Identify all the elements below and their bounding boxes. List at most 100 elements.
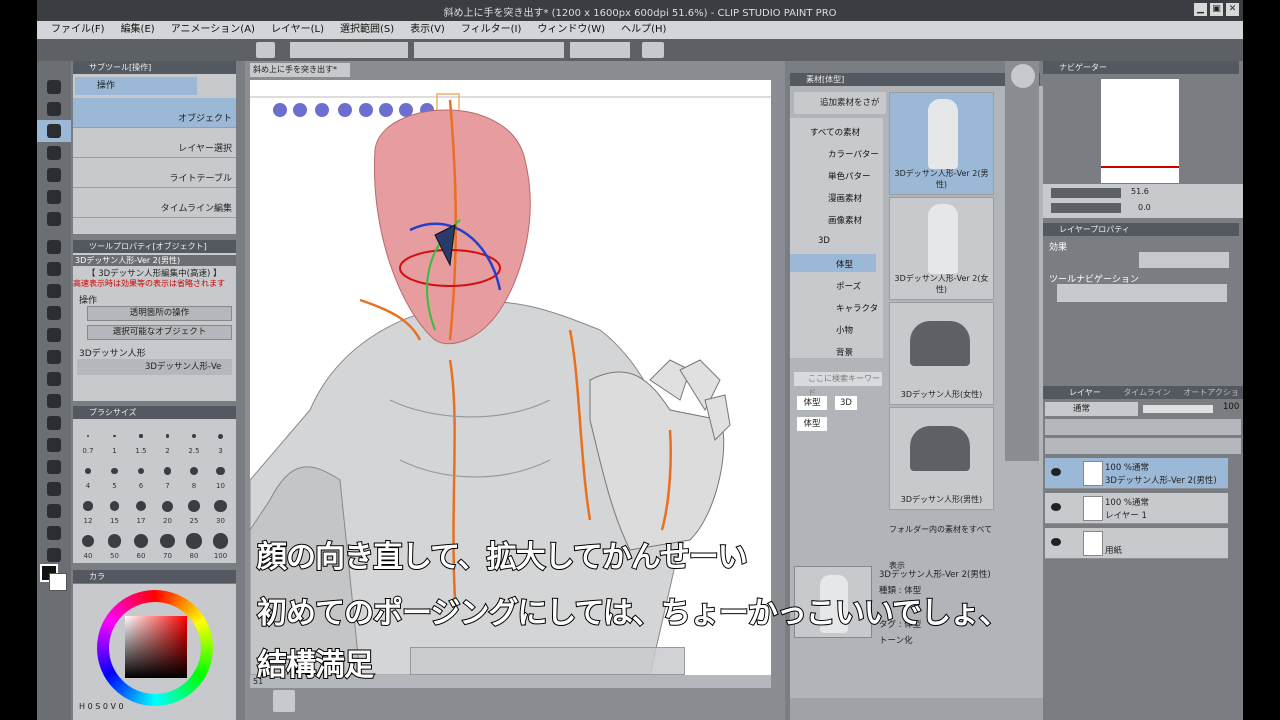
menu-layer[interactable]: レイヤー(L) — [263, 21, 332, 39]
brush-size-cell[interactable]: 25 — [181, 493, 207, 527]
brush-size-cell[interactable]: 80 — [181, 528, 207, 562]
tab-timeline[interactable]: タイムライン — [1123, 388, 1170, 397]
hand-tool-icon[interactable] — [37, 98, 71, 120]
zoom-slider[interactable] — [1051, 188, 1121, 198]
blend-tool-icon[interactable] — [37, 368, 71, 390]
selectable-object-dropdown[interactable]: 選択可能なオブジェクト — [87, 325, 232, 340]
visibility-eye-icon[interactable] — [1051, 468, 1061, 476]
visibility-eye-icon[interactable] — [1051, 503, 1061, 511]
tree-pose[interactable]: ポーズ — [836, 280, 861, 292]
selection-tool-icon[interactable] — [37, 164, 71, 186]
brush-size-cell[interactable]: 1.5 — [128, 423, 154, 457]
navigator-viewport-frame[interactable] — [1101, 166, 1179, 168]
clip-studio-icon[interactable] — [256, 42, 275, 58]
tree-all-materials[interactable]: すべての素材 — [810, 126, 860, 138]
material-thumb-female[interactable]: 3Dデッサン人形(女性) — [889, 302, 994, 405]
navigator-tab[interactable]: ナビゲーター — [1043, 61, 1239, 74]
brush-size-cell[interactable]: 17 — [128, 493, 154, 527]
material-search-field[interactable]: ここに検索キーワード — [794, 372, 882, 397]
brush-size-cell[interactable]: 2 — [155, 423, 181, 457]
tree-image-material[interactable]: 画像素材 — [828, 214, 862, 226]
menu-animation[interactable]: アニメーション(A) — [163, 21, 263, 39]
color-wheel-tab[interactable]: カラ — [73, 570, 236, 583]
eyedropper-tool-icon[interactable] — [37, 208, 71, 230]
brush-size-tab[interactable]: ブラシサイズ — [73, 406, 236, 419]
brush-size-cell[interactable]: 6 — [128, 458, 154, 492]
subtool-layer-select[interactable]: レイヤー選択 — [73, 128, 236, 158]
brush-size-cell[interactable]: 10 — [208, 458, 234, 492]
tree-manga-material[interactable]: 漫画素材 — [828, 192, 862, 204]
layer-row-paper[interactable]: 用紙 — [1045, 528, 1228, 559]
close-button[interactable]: ✕ — [1226, 3, 1239, 16]
menu-filter[interactable]: フィルター(I) — [453, 21, 530, 39]
blend-mode-dropdown[interactable]: 通常 — [1045, 402, 1138, 416]
brush-size-cell[interactable]: 50 — [102, 528, 128, 562]
subtool-panel-tab[interactable]: サブツール[操作] — [73, 61, 236, 74]
tree-props[interactable]: 小物 — [836, 324, 853, 336]
show-all-in-folder[interactable]: フォルダー内の素材をすべて表示 — [889, 512, 999, 570]
brush-size-cell[interactable]: 100 — [208, 528, 234, 562]
ruler-buttons[interactable] — [570, 42, 630, 58]
tree-color-pattern[interactable]: カラーパター — [828, 148, 879, 160]
tag-3d[interactable]: 3D — [835, 396, 857, 410]
file-buttons[interactable] — [290, 42, 370, 58]
tool-navigation-button[interactable] — [1057, 284, 1227, 302]
operation-tool-icon[interactable] — [37, 120, 71, 142]
material-thumb-male[interactable]: 3Dデッサン人形(男性) — [889, 407, 994, 510]
gradient-tool-icon[interactable] — [37, 412, 71, 434]
3d-object-launcher-bar[interactable] — [410, 647, 685, 675]
menu-file[interactable]: ファイル(F) — [43, 21, 113, 39]
airbrush-tool-icon[interactable] — [37, 302, 71, 324]
brush-size-cell[interactable]: 20 — [155, 493, 181, 527]
tool-property-tab[interactable]: ツールプロパティ[オブジェクト] — [73, 240, 236, 253]
move-layer-tool-icon[interactable] — [37, 142, 71, 164]
tag-body-type[interactable]: 体型 — [797, 396, 827, 410]
balloon-tool-icon[interactable] — [37, 522, 71, 544]
visibility-eye-icon[interactable] — [1051, 538, 1061, 546]
subtool-timeline-edit[interactable]: タイムライン編集 — [73, 188, 236, 218]
figure-tool-icon[interactable] — [37, 434, 71, 456]
detail-tone[interactable]: トーン化 — [879, 634, 913, 646]
brush-size-cell[interactable]: 4 — [75, 458, 101, 492]
tree-body-type-selected[interactable] — [790, 254, 876, 272]
sub-color-swatch[interactable] — [49, 573, 67, 591]
transparent-area-dropdown[interactable]: 透明箇所の操作 — [87, 306, 232, 321]
tree-mono-pattern[interactable]: 単色パター — [828, 170, 871, 182]
brush-size-cell[interactable]: 7 — [155, 458, 181, 492]
material-thumb-female-v2[interactable]: 3Dデッサン人形-Ver 2(女性) — [889, 197, 994, 300]
canvas-tab[interactable]: 斜め上に手を突き出す* — [250, 63, 350, 77]
eraser-tool-icon[interactable] — [37, 346, 71, 368]
timeline-toggle-icon[interactable] — [273, 690, 295, 712]
auto-select-tool-icon[interactable] — [37, 186, 71, 208]
help-icon[interactable] — [642, 42, 664, 58]
menu-help[interactable]: ヘルプ(H) — [613, 21, 674, 39]
subtool-light-table[interactable]: ライトテーブル — [73, 158, 236, 188]
frame-tool-icon[interactable] — [37, 456, 71, 478]
layer-toolbar[interactable] — [1045, 419, 1241, 435]
zoom-tool-icon[interactable] — [37, 76, 71, 98]
find-more-materials-button[interactable]: 追加素材をさがす — [794, 92, 886, 130]
tab-layer[interactable]: レイヤー — [1069, 388, 1101, 397]
brush-size-cell[interactable]: 12 — [75, 493, 101, 527]
tree-body-type[interactable]: 体型 — [836, 258, 853, 270]
menu-view[interactable]: 表示(V) — [402, 21, 453, 39]
layer-color-buttons[interactable] — [1139, 252, 1229, 268]
layer-row-3d-figure[interactable]: 100 %通常 3Dデッサン人形-Ver 2(男性) — [1045, 458, 1228, 489]
tree-3d[interactable]: 3D — [818, 236, 830, 246]
minimize-button[interactable]: ▁ — [1194, 3, 1207, 16]
text-tool-icon[interactable] — [37, 500, 71, 522]
brush-size-cell[interactable]: 60 — [128, 528, 154, 562]
edit-buttons[interactable] — [414, 42, 564, 58]
saturation-value-square[interactable] — [125, 616, 187, 678]
fill-tool-icon[interactable] — [37, 390, 71, 412]
search-icon[interactable] — [1011, 64, 1035, 88]
brush-size-cell[interactable]: 3 — [208, 423, 234, 457]
maximize-button[interactable]: ▣ — [1210, 3, 1223, 16]
correction-tool-icon[interactable] — [37, 544, 71, 566]
tree-background[interactable]: 背景 — [836, 346, 853, 358]
brush-tool-icon[interactable] — [37, 280, 71, 302]
layer-row-layer1[interactable]: 100 %通常 レイヤー 1 — [1045, 493, 1228, 524]
brush-size-cell[interactable]: 15 — [102, 493, 128, 527]
decoration-tool-icon[interactable] — [37, 324, 71, 346]
brush-size-cell[interactable]: 2.5 — [181, 423, 207, 457]
